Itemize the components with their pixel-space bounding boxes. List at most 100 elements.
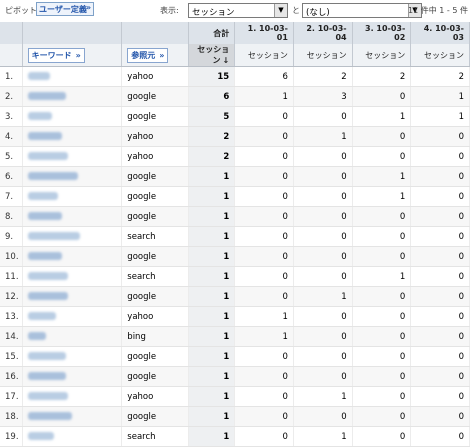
total-sessions-cell: 1 [188, 406, 236, 427]
metric-subheader[interactable]: セッション [234, 44, 294, 67]
row-number: 8. [0, 206, 23, 227]
date-sessions-cell: 6 [234, 66, 294, 87]
table-row: 3. google 5 0 0 1 1 [0, 106, 470, 127]
pivot-label: ピボット: [5, 6, 40, 15]
metric-subheader[interactable]: セッション [293, 44, 353, 67]
date-sessions-cell: 0 [410, 226, 470, 247]
sessions-sort-header[interactable]: セッション ↓ [188, 44, 236, 67]
keyword-cell[interactable] [22, 326, 123, 347]
redacted-keyword [27, 252, 62, 260]
redacted-keyword [27, 412, 72, 420]
source-cell: google [121, 206, 189, 227]
row-number: 7. [0, 186, 23, 207]
date-sessions-cell: 0 [293, 306, 353, 327]
total-sessions-cell: 1 [188, 186, 236, 207]
keyword-cell[interactable] [22, 206, 123, 227]
redacted-keyword [27, 292, 68, 300]
total-sessions-cell: 1 [188, 266, 236, 287]
date-sessions-cell: 0 [293, 266, 353, 287]
redacted-keyword [27, 312, 56, 320]
total-sessions-cell: 1 [188, 166, 236, 187]
total-sessions-cell: 1 [188, 366, 236, 387]
date-sessions-cell: 1 [293, 386, 353, 407]
keyword-cell[interactable] [22, 106, 123, 127]
date-sessions-cell: 0 [234, 406, 294, 427]
chevron-down-icon: » [85, 3, 91, 12]
keyword-cell[interactable] [22, 406, 123, 427]
date-sessions-cell: 1 [293, 426, 353, 447]
redacted-keyword [27, 192, 58, 200]
pivot-dropdown[interactable]: ユーザー定義 » [36, 2, 94, 16]
row-number: 5. [0, 146, 23, 167]
keyword-cell[interactable] [22, 226, 123, 247]
source-cell: google [121, 346, 189, 367]
keyword-cell[interactable] [22, 366, 123, 387]
redacted-keyword [27, 132, 62, 140]
date-sessions-cell: 1 [234, 86, 294, 107]
date-column-header[interactable]: 3. 10-03-02 [352, 22, 412, 44]
chevron-down-icon: » [159, 50, 165, 60]
total-sessions-cell: 1 [188, 286, 236, 307]
keyword-cell[interactable] [22, 66, 123, 87]
table-row: 8. google 1 0 0 0 0 [0, 206, 470, 227]
total-sessions-cell: 6 [188, 86, 236, 107]
row-number: 11. [0, 266, 23, 287]
date-sessions-cell: 1 [234, 306, 294, 327]
date-sessions-cell: 0 [293, 346, 353, 367]
table-row: 19. search 1 0 1 0 0 [0, 426, 470, 447]
date-sessions-cell: 0 [410, 246, 470, 267]
date-sessions-cell: 0 [410, 306, 470, 327]
date-sessions-cell: 0 [234, 366, 294, 387]
date-sessions-cell: 0 [234, 246, 294, 267]
keyword-label: キーワード [31, 50, 72, 60]
table-row: 2. google 6 1 3 0 1 [0, 86, 470, 107]
keyword-cell[interactable] [22, 146, 123, 167]
date-sessions-cell: 0 [234, 426, 294, 447]
table-row: 9. search 1 0 0 0 0 [0, 226, 470, 247]
total-sessions-cell: 1 [188, 426, 236, 447]
keyword-cell[interactable] [22, 346, 123, 367]
keyword-cell[interactable] [22, 286, 123, 307]
date-sessions-cell: 0 [352, 306, 412, 327]
metric-select[interactable]: セッション ▼ [188, 3, 288, 18]
table-row: 14. bing 1 1 0 0 0 [0, 326, 470, 347]
source-cell: search [121, 226, 189, 247]
source-dimension-button[interactable]: 参照元» [127, 47, 169, 63]
total-sessions-cell: 1 [188, 246, 236, 267]
date-sessions-cell: 1 [410, 86, 470, 107]
keyword-cell[interactable] [22, 386, 123, 407]
second-metric-select[interactable]: (なし) ▼ [302, 3, 422, 18]
date-sessions-cell: 0 [410, 206, 470, 227]
keyword-cell[interactable] [22, 306, 123, 327]
date-sessions-cell: 0 [234, 186, 294, 207]
keyword-cell[interactable] [22, 126, 123, 147]
date-sessions-cell: 0 [293, 246, 353, 267]
table-row: 18. google 1 0 0 0 0 [0, 406, 470, 427]
date-sessions-cell: 0 [410, 266, 470, 287]
date-column-header[interactable]: 2. 10-03-04 [293, 22, 353, 44]
date-column-header[interactable]: 4. 10-03-03 [410, 22, 470, 44]
metric-subheader[interactable]: セッション [410, 44, 470, 67]
source-cell: google [121, 286, 189, 307]
to-label: と [292, 6, 300, 15]
keyword-cell[interactable] [22, 166, 123, 187]
keyword-cell[interactable] [22, 246, 123, 267]
keyword-cell[interactable] [22, 426, 123, 447]
date-sessions-cell: 0 [352, 146, 412, 167]
pivot-table: 合計 1. 10-03-01 2. 10-03-04 3. 10-03-02 4… [0, 22, 470, 447]
date-column-header[interactable]: 1. 10-03-01 [234, 22, 294, 44]
metric-subheader[interactable]: セッション [352, 44, 412, 67]
date-sessions-cell: 0 [410, 346, 470, 367]
keyword-cell[interactable] [22, 186, 123, 207]
row-number: 19. [0, 426, 23, 447]
date-sessions-cell: 1 [352, 266, 412, 287]
date-sessions-cell: 0 [293, 406, 353, 427]
keyword-cell[interactable] [22, 86, 123, 107]
total-sessions-cell: 1 [188, 226, 236, 247]
row-number: 18. [0, 406, 23, 427]
row-number: 14. [0, 326, 23, 347]
keyword-dimension-button[interactable]: キーワード» [27, 47, 85, 63]
date-sessions-cell: 0 [293, 226, 353, 247]
keyword-cell[interactable] [22, 266, 123, 287]
total-sessions-cell: 1 [188, 346, 236, 367]
